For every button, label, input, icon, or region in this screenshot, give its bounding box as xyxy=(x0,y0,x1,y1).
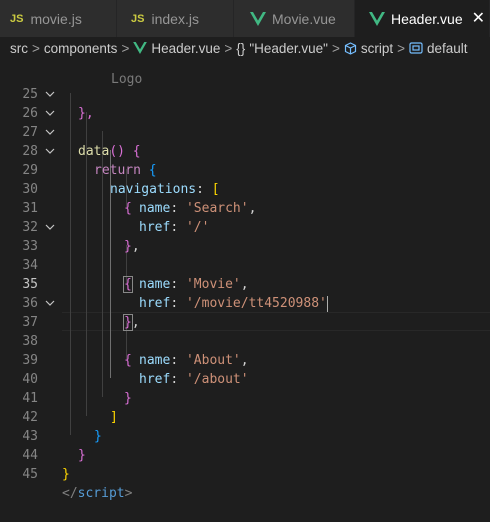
code-line: 42 } xyxy=(0,389,490,444)
editor-tab-bar: JS movie.js JS index.js Movie.vue Header… xyxy=(0,0,490,37)
code-line-current: 35 href: '/movie/tt4520988' xyxy=(0,256,490,312)
tab-movie-js[interactable]: JS movie.js xyxy=(0,0,117,37)
code-line: 32 }, xyxy=(0,199,490,254)
code-line: 43 } xyxy=(0,408,490,463)
code-line: 34 name: 'Movie', xyxy=(0,237,490,292)
tab-movie-vue[interactable]: Movie.vue xyxy=(234,0,355,37)
code-line: 29 { xyxy=(0,142,490,216)
code-line: 26 data() { xyxy=(0,85,490,159)
code-line: 40 } xyxy=(0,351,490,406)
code-line: 38 name: 'About', xyxy=(0,313,490,368)
chevron-down-icon[interactable] xyxy=(45,146,55,156)
javascript-file-icon: JS xyxy=(10,12,24,25)
tab-index-js[interactable]: JS index.js xyxy=(117,0,234,37)
chevron-down-icon[interactable] xyxy=(45,108,55,118)
code-line: 44 } xyxy=(0,427,490,482)
code-line: 45 </script> xyxy=(0,446,490,501)
code-line: 39 href: '/about' xyxy=(0,332,490,387)
code-line: 37 { xyxy=(0,294,490,368)
line-number: 45 xyxy=(22,467,38,482)
code-line: 33 { xyxy=(0,218,490,293)
code-line: 36 }, xyxy=(0,275,490,331)
javascript-file-icon: JS xyxy=(131,12,145,25)
vue-file-icon xyxy=(250,11,266,26)
code-line: 31 href: '/' xyxy=(0,180,490,235)
tab-label: movie.js xyxy=(30,10,82,27)
code-line: 25 }, xyxy=(0,66,490,121)
code-line: 28 navigations: [ xyxy=(0,123,490,197)
tab-label: index.js xyxy=(151,10,199,27)
close-icon[interactable]: ✕ xyxy=(472,10,485,27)
chevron-down-icon[interactable] xyxy=(45,89,55,99)
tab-label: Movie.vue xyxy=(272,10,336,27)
code-line: 41 ] xyxy=(0,370,490,425)
code-editor[interactable]: Logo 25 }, 26 data() { 27 return { 28 na… xyxy=(0,59,490,501)
tab-label: Header.vue xyxy=(391,10,463,27)
chevron-down-icon[interactable] xyxy=(45,127,55,137)
code-line: 27 return { xyxy=(0,104,490,178)
tab-header-vue[interactable]: Header.vue ✕ xyxy=(355,0,490,37)
vue-file-icon xyxy=(369,11,385,26)
chevron-down-icon[interactable] xyxy=(45,298,55,308)
code-line: 30 name: 'Search', xyxy=(0,161,490,216)
chevron-down-icon[interactable] xyxy=(45,222,55,232)
